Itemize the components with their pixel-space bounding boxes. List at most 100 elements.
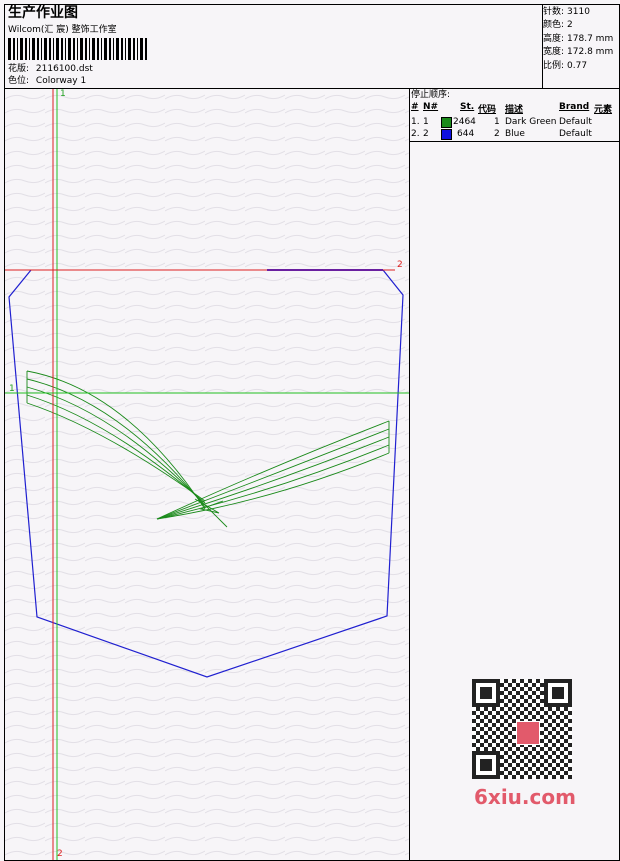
qr-module xyxy=(552,767,556,771)
qr-module xyxy=(516,715,520,719)
row-code: 1 xyxy=(494,117,500,127)
qr-module xyxy=(568,735,572,739)
stat-height: 高度: 178.7 mm xyxy=(543,34,614,44)
stop-sequence-title: 停止顺序: xyxy=(411,90,451,100)
stat-stitches: 针数: 3110 xyxy=(543,7,590,17)
qr-module xyxy=(504,719,508,723)
qr-module xyxy=(508,771,512,775)
color-swatch-green xyxy=(441,117,452,128)
barcode-bar xyxy=(20,38,23,60)
qr-module xyxy=(476,739,480,743)
barcode xyxy=(8,38,147,60)
row-brand: Default xyxy=(559,129,592,139)
row-stitches: 644 xyxy=(457,129,475,139)
qr-module xyxy=(536,703,540,707)
qr-module xyxy=(532,707,536,711)
barcode-bar xyxy=(80,38,83,60)
qr-module xyxy=(540,739,544,743)
barcode-bar xyxy=(17,38,18,60)
qr-module xyxy=(512,767,516,771)
barcode-bar xyxy=(145,38,147,60)
qr-module xyxy=(500,707,504,711)
barcode-bar xyxy=(101,38,102,60)
row-description: Blue xyxy=(505,129,525,139)
qr-module xyxy=(528,695,532,699)
qr-module xyxy=(528,751,532,755)
qr-module xyxy=(500,723,504,727)
qr-module xyxy=(552,687,564,699)
barcode-bar xyxy=(116,38,119,60)
qr-module xyxy=(492,707,496,711)
qr-module xyxy=(568,775,572,779)
fabric-texture xyxy=(5,89,409,860)
qr-module xyxy=(484,731,488,735)
qr-module xyxy=(492,715,496,719)
stop-sequence-panel: 停止顺序: # N# St. 代码 描述 Brand 元素 1. 1 2464 … xyxy=(409,88,620,142)
barcode-bar xyxy=(13,38,15,60)
qr-module xyxy=(488,719,492,723)
qr-module xyxy=(528,687,532,691)
qr-module xyxy=(480,743,484,747)
qr-module xyxy=(528,679,532,683)
barcode-bar xyxy=(89,38,90,60)
qr-module xyxy=(500,771,504,775)
colorway-row: 色位: Colorway 1 xyxy=(8,75,86,87)
qr-module xyxy=(536,711,540,715)
qr-module xyxy=(552,775,556,779)
barcode-bar xyxy=(8,38,11,60)
barcode-bar xyxy=(92,38,95,60)
design-drawing xyxy=(5,89,409,860)
qr-module xyxy=(532,763,536,767)
row-index: 2. xyxy=(411,129,420,139)
qr-module xyxy=(544,711,548,715)
qr-module xyxy=(544,727,548,731)
qr-module xyxy=(480,735,484,739)
qr-module xyxy=(500,715,504,719)
qr-module xyxy=(528,767,532,771)
qr-module xyxy=(508,715,512,719)
row-brand: Default xyxy=(559,117,592,127)
barcode-bar xyxy=(68,38,71,60)
qr-module xyxy=(552,751,556,755)
qr-module xyxy=(536,695,540,699)
qr-module xyxy=(532,747,536,751)
qr-module xyxy=(516,699,520,703)
qr-module xyxy=(516,747,520,751)
qr-module xyxy=(512,679,516,683)
qr-module xyxy=(568,719,572,723)
guide-label-top: 1 xyxy=(60,89,66,99)
qr-module xyxy=(548,771,552,775)
qr-module xyxy=(564,739,568,743)
qr-module xyxy=(524,683,528,687)
qr-module xyxy=(528,711,532,715)
barcode-bar xyxy=(37,38,39,60)
qr-module xyxy=(544,735,548,739)
row-n: 1 xyxy=(423,117,429,127)
qr-module xyxy=(472,735,476,739)
qr-module xyxy=(548,739,552,743)
studio-name: Wilcom(汇 宸) 整饰工作室 xyxy=(8,25,117,35)
col-header-brand: Brand xyxy=(559,102,590,112)
qr-module xyxy=(512,711,516,715)
qr-module xyxy=(500,739,504,743)
qr-module xyxy=(508,723,512,727)
qr-module xyxy=(552,727,556,731)
qr-module xyxy=(504,767,508,771)
qr-module xyxy=(544,751,548,755)
qr-module xyxy=(504,735,508,739)
qr-module xyxy=(492,747,496,751)
qr-module xyxy=(556,755,560,759)
qr-module xyxy=(540,683,544,687)
qr-module xyxy=(516,771,520,775)
qr-module xyxy=(524,763,528,767)
qr-module xyxy=(480,727,484,731)
qr-module xyxy=(480,711,484,715)
row-n: 2 xyxy=(423,129,429,139)
barcode-bar xyxy=(53,38,54,60)
qr-module xyxy=(504,743,508,747)
qr-module xyxy=(540,707,544,711)
qr-module xyxy=(516,755,520,759)
qr-module xyxy=(516,707,520,711)
qr-module xyxy=(512,775,516,779)
qr-module xyxy=(568,751,572,755)
